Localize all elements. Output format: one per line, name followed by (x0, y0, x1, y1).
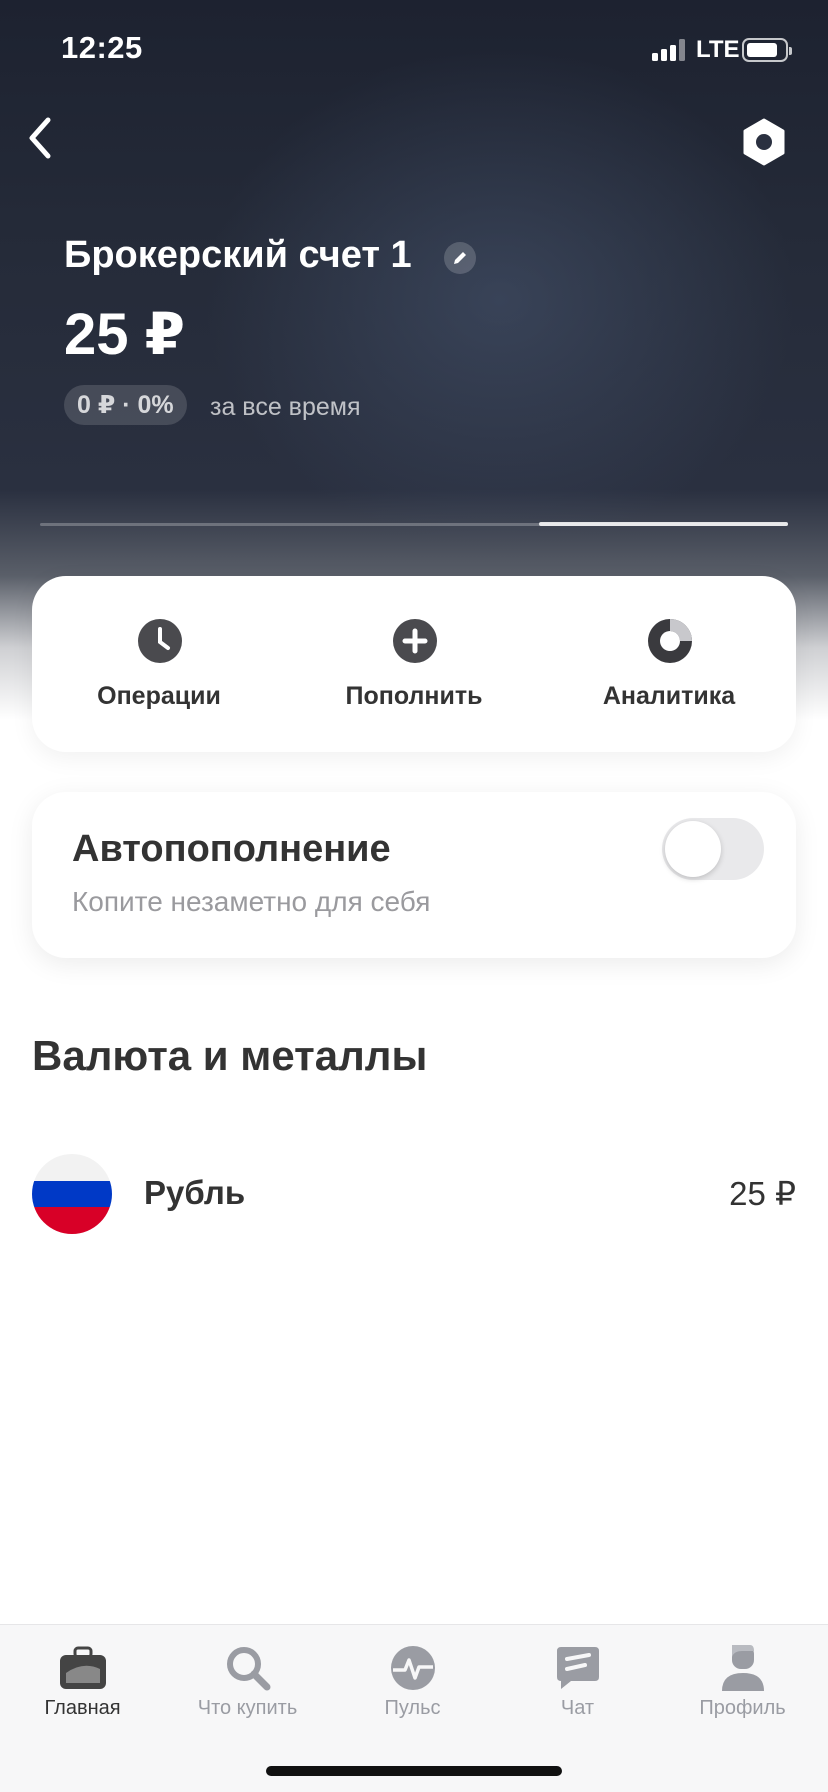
asset-row-ruble[interactable]: Рубль 25 ₽ (32, 1150, 796, 1234)
briefcase-icon (60, 1646, 106, 1689)
search-icon (227, 1647, 271, 1691)
battery-icon (742, 38, 792, 62)
account-balance: 25 ₽ (64, 302, 185, 367)
network-type: LTE (696, 36, 740, 63)
tab-chat[interactable]: Чат (495, 1625, 660, 1735)
account-title: Брокерский счет 1 (64, 234, 412, 276)
asset-value: 25 ₽ (729, 1175, 796, 1212)
tab-pulse[interactable]: Пульс (330, 1625, 495, 1735)
tab-home-label: Главная (44, 1697, 121, 1719)
page-indicator-active (539, 522, 788, 526)
quick-actions-card: Операции Пополнить Аналитика (32, 576, 796, 752)
autofill-card[interactable]: Автопополнение Копите незаметно для себя (32, 792, 796, 958)
plus-icon (393, 619, 437, 663)
profile-icon (722, 1645, 764, 1691)
tab-home[interactable]: Главная (0, 1625, 165, 1735)
chevron-left-icon (29, 117, 51, 159)
pie-chart-icon (648, 619, 692, 663)
home-indicator (266, 1766, 562, 1776)
russia-flag-icon (32, 1154, 112, 1234)
clock-icon (138, 619, 182, 663)
asset-name: Рубль (144, 1174, 246, 1211)
tab-what-to-buy[interactable]: Что купить (165, 1625, 330, 1735)
operations-button[interactable]: Операции (32, 576, 286, 752)
back-button[interactable] (20, 110, 70, 166)
tab-profile-label: Профиль (699, 1697, 786, 1719)
pulse-icon (391, 1646, 435, 1690)
tab-chat-label: Чат (560, 1697, 595, 1719)
gain-period-label: за все время (210, 393, 361, 421)
pencil-icon (454, 252, 466, 264)
tab-profile[interactable]: Профиль (660, 1625, 825, 1735)
chat-icon (557, 1647, 599, 1689)
autofill-subtitle: Копите незаметно для себя (72, 886, 431, 917)
autofill-title: Автопополнение (72, 828, 391, 870)
tab-what-to-buy-label: Что купить (197, 1697, 298, 1719)
edit-account-name-button[interactable] (444, 242, 476, 274)
analytics-button[interactable]: Аналитика (542, 576, 796, 752)
status-time: 12:25 (61, 30, 143, 65)
analytics-label: Аналитика (602, 682, 736, 710)
section-title: Валюта и металлы (32, 1032, 428, 1079)
settings-button[interactable] (738, 116, 790, 168)
gain-badge: 0 ₽ · 0% (64, 385, 187, 425)
signal-strength-icon (652, 39, 686, 61)
toggle-knob (665, 821, 721, 877)
tab-pulse-label: Пульс (384, 1697, 441, 1719)
autofill-toggle[interactable] (662, 818, 764, 880)
operations-label: Операции (97, 682, 221, 710)
top-up-label: Пополнить (345, 682, 483, 710)
top-up-button[interactable]: Пополнить (287, 576, 541, 752)
gear-icon (743, 118, 785, 166)
